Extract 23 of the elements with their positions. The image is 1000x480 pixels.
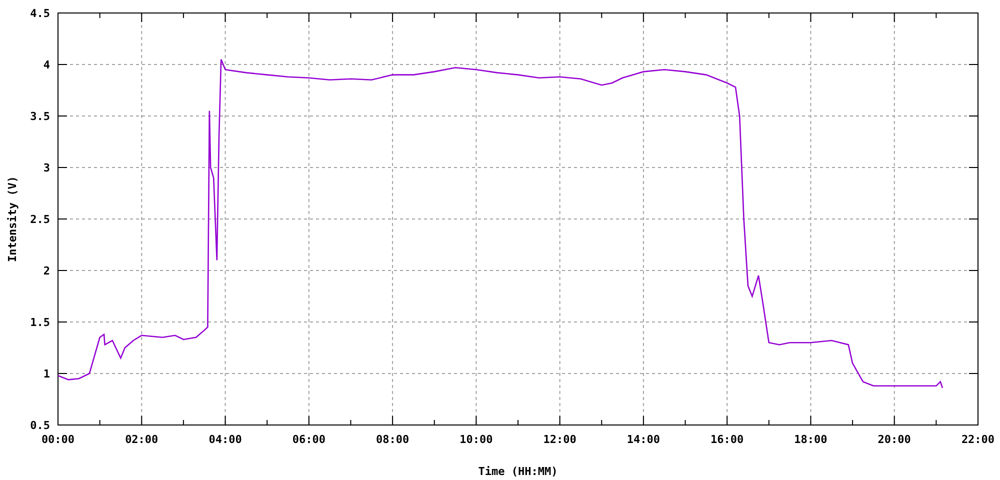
y-tick-label: 3.5 [30, 110, 50, 123]
y-tick-label: 3 [43, 162, 50, 174]
x-tick-label: 12:00 [543, 433, 576, 446]
x-tick-label: 06:00 [292, 433, 326, 446]
x-axis-title: Time (HH:MM) [478, 465, 558, 478]
x-tick-label: 16:00 [710, 433, 744, 446]
y-tick-label: 4.5 [30, 7, 50, 20]
x-tick-label: 18:00 [794, 433, 828, 446]
y-tick-label: 4 [43, 58, 50, 72]
x-tick-label: 08:00 [376, 433, 410, 446]
x-tick-label: 22:00 [961, 433, 995, 446]
x-tick-label: 10:00 [460, 433, 493, 446]
x-tick-label: 14:00 [626, 433, 660, 446]
y-tick-label: 0.5 [30, 419, 50, 432]
y-tick-label: 1.5 [30, 316, 50, 329]
y-tick-label: 2.5 [30, 213, 50, 226]
y-tick-label: 1 [43, 368, 50, 380]
y-axis-title: Intensity (V) [6, 176, 19, 262]
x-tick-label: 02:00 [125, 433, 158, 446]
x-tick-label: 04:00 [208, 433, 242, 446]
x-tick-label: 20:00 [878, 433, 911, 446]
y-tick-label: 2 [43, 264, 50, 278]
x-tick-label: 00:00 [41, 433, 75, 446]
